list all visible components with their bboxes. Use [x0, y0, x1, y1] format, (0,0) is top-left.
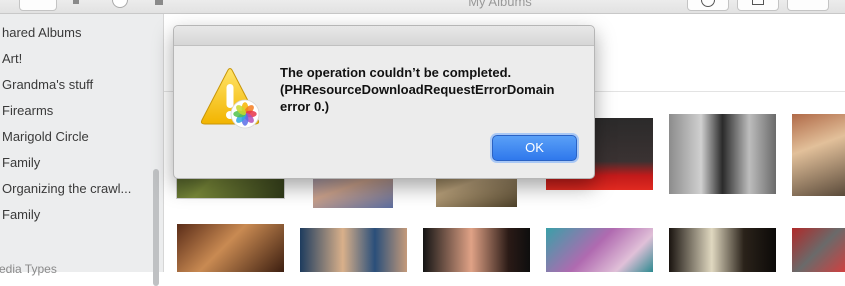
share-button[interactable]	[737, 0, 779, 11]
alert-message-line: error 0.)	[280, 99, 330, 114]
sidebar-item-marigold-circle[interactable]: Marigold Circle	[2, 127, 89, 147]
album-thumbnail[interactable]	[546, 228, 653, 272]
album-thumbnail[interactable]	[669, 114, 776, 194]
info-icon	[701, 0, 715, 7]
sidebar-item-grandmas-stuff[interactable]: Grandma's stuff	[2, 75, 93, 95]
alert-message: The operation couldn’t be completed. (PH…	[280, 64, 580, 115]
sidebar-header-shared-albums[interactable]: hared Albums	[2, 23, 82, 43]
sidebar-item-organizing-the-crawl[interactable]: Organizing the crawl...	[2, 179, 131, 199]
error-alert-dialog: The operation couldn’t be completed. (PH…	[173, 25, 595, 179]
favorite-button[interactable]: ♡	[787, 0, 829, 11]
album-thumbnail[interactable]	[177, 224, 284, 272]
alert-message-line: (PHResourceDownloadRequestErrorDomain	[280, 82, 555, 97]
window-toolbar: ‹ My Albums ♡	[0, 0, 845, 14]
sidebar: hared Albums Art! Grandma's stuff Firear…	[0, 14, 164, 286]
info-button[interactable]	[687, 0, 729, 11]
sidebar-item-family-2[interactable]: Family	[2, 205, 40, 225]
ok-button[interactable]: OK	[492, 135, 577, 161]
sidebar-scrollbar[interactable]	[153, 169, 159, 286]
dialog-titlebar	[174, 26, 594, 46]
sidebar-header-media-types[interactable]: edia Types	[0, 259, 57, 279]
album-thumbnail[interactable]	[669, 228, 776, 272]
album-thumbnail[interactable]	[792, 114, 845, 196]
sidebar-item-family[interactable]: Family	[2, 153, 40, 173]
album-thumbnail[interactable]	[423, 228, 530, 272]
share-icon	[752, 0, 764, 5]
caution-photos-icon	[200, 68, 260, 129]
album-thumbnail[interactable]	[792, 228, 845, 272]
album-thumbnail[interactable]	[300, 228, 407, 272]
sidebar-item-art[interactable]: Art!	[2, 49, 22, 69]
alert-message-line: The operation couldn’t be completed.	[280, 65, 512, 80]
sidebar-item-firearms[interactable]: Firearms	[2, 101, 53, 121]
